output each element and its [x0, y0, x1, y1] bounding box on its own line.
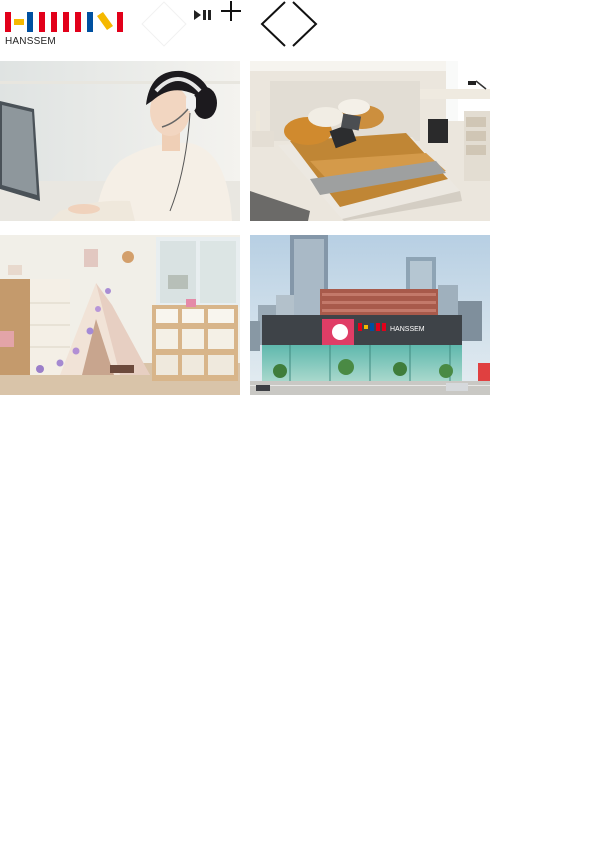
previous-button[interactable]	[258, 0, 289, 48]
hanssem-store-image: HANSSEM	[250, 235, 490, 395]
bedroom-tile[interactable]	[250, 61, 490, 221]
brand-wordmark: HANSSEM	[5, 36, 56, 47]
diamond-button[interactable]	[140, 0, 187, 47]
logo-marks	[5, 12, 123, 32]
kids-room-image	[0, 235, 240, 395]
plus-button[interactable]	[219, 0, 243, 23]
store-sign-text: HANSSEM	[390, 326, 425, 333]
chevron-left-icon	[260, 1, 286, 47]
next-button[interactable]	[289, 0, 320, 48]
diamond-icon	[141, 1, 187, 47]
hanssem-store-tile[interactable]: HANSSEM	[250, 235, 490, 395]
plus-icon	[221, 1, 241, 21]
hanssem-logo[interactable]: HANSSEM	[5, 12, 123, 48]
chevron-right-icon	[292, 1, 318, 47]
slider-navigation	[258, 0, 320, 48]
customer-service-image	[0, 61, 240, 221]
play-pause-icon	[194, 10, 211, 20]
customer-service-tile[interactable]	[0, 61, 240, 221]
bedroom-image	[250, 61, 490, 221]
kids-room-tile[interactable]	[0, 235, 240, 395]
play-pause-button[interactable]	[193, 8, 213, 22]
